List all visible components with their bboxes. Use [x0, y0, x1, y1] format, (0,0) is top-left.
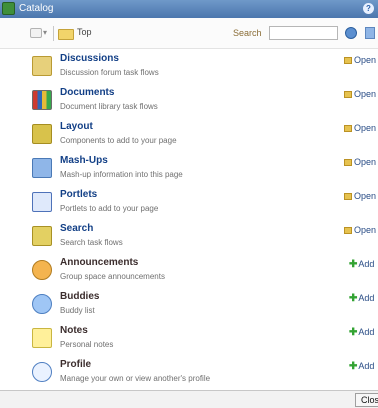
toolbar-separator [53, 26, 54, 41]
item-description: Group space announcements [60, 272, 165, 281]
action-label: Add [358, 293, 375, 303]
buddies-icon [32, 294, 52, 314]
help-icon[interactable]: ? [363, 3, 374, 14]
notes-icon [32, 328, 52, 348]
layout-icon [32, 124, 52, 144]
list-item[interactable]: Mash-Ups Mash-up information into this p… [0, 151, 378, 185]
window-title: Catalog [19, 3, 54, 14]
catalog-toolbar: ▾ Top Search [0, 18, 378, 49]
top-breadcrumb-link[interactable]: Top [77, 27, 92, 37]
folder-icon [344, 159, 352, 166]
action-label: Add [358, 327, 375, 337]
action-label: Open [354, 89, 377, 99]
add-button[interactable]: ✚Add [349, 259, 374, 270]
open-button[interactable]: Open [344, 123, 376, 133]
add-button[interactable]: ✚Add [349, 361, 374, 372]
chevron-down-icon[interactable]: ▾ [43, 28, 47, 37]
list-item[interactable]: Layout Components to add to your page Op… [0, 117, 378, 151]
item-description: Document library task flows [60, 102, 158, 111]
folder-icon [344, 227, 352, 234]
item-name[interactable]: Announcements [60, 257, 138, 268]
back-icon[interactable] [30, 28, 42, 38]
item-name[interactable]: Documents [60, 87, 114, 98]
item-description: Mash-up information into this page [60, 170, 183, 179]
item-description: Manage your own or view another's profil… [60, 374, 211, 383]
list-item[interactable]: Announcements Group space announcements … [0, 253, 378, 287]
search-label: Search [233, 28, 262, 38]
add-icon: ✚ [349, 327, 358, 338]
list-item[interactable]: Portlets Portlets to add to your page Op… [0, 185, 378, 219]
add-button[interactable]: ✚Add [349, 293, 374, 304]
action-label: Open [354, 191, 377, 201]
item-name[interactable]: Buddies [60, 291, 99, 302]
action-label: Open [354, 123, 377, 133]
item-description: Personal notes [60, 340, 114, 349]
open-button[interactable]: Open [344, 89, 376, 99]
list-item[interactable]: Buddies Buddy list ✚Add [0, 287, 378, 321]
search-icon[interactable] [345, 27, 357, 39]
list-item[interactable]: Profile Manage your own or view another'… [0, 355, 378, 389]
search-icon [32, 226, 52, 246]
action-label: Open [354, 55, 377, 65]
item-description: Search task flows [60, 238, 123, 247]
folder-icon [344, 91, 352, 98]
item-description: Components to add to your page [60, 136, 177, 145]
open-button[interactable]: Open [344, 157, 376, 167]
item-description: Portlets to add to your page [60, 204, 159, 213]
list-item[interactable]: Discussions Discussion forum task flows … [0, 49, 378, 83]
close-button[interactable]: Clos [355, 393, 378, 407]
portlets-icon [32, 192, 52, 212]
item-name[interactable]: Notes [60, 325, 88, 336]
folder-icon [344, 125, 352, 132]
dialog-footer: Clos [0, 390, 378, 408]
item-name[interactable]: Mash-Ups [60, 155, 108, 166]
folder-icon [344, 193, 352, 200]
item-name[interactable]: Layout [60, 121, 93, 132]
add-icon: ✚ [349, 361, 358, 372]
item-name[interactable]: Discussions [60, 53, 119, 64]
item-description: Buddy list [60, 306, 95, 315]
profile-icon [32, 362, 52, 382]
open-button[interactable]: Open [344, 225, 376, 235]
discussions-icon [32, 56, 52, 76]
add-icon: ✚ [349, 259, 358, 270]
action-label: Open [354, 225, 377, 235]
list-item[interactable]: Documents Document library task flows Op… [0, 83, 378, 117]
open-button[interactable]: Open [344, 191, 376, 201]
list-item[interactable]: Search Search task flows Open [0, 219, 378, 253]
window-titlebar: Catalog ? [0, 0, 378, 18]
catalog-icon [2, 2, 15, 15]
item-name[interactable]: Profile [60, 359, 91, 370]
action-label: Open [354, 157, 377, 167]
item-name[interactable]: Portlets [60, 189, 97, 200]
catalog-list: Discussions Discussion forum task flows … [0, 49, 378, 390]
action-label: Add [358, 361, 375, 371]
announcements-icon [32, 260, 52, 280]
item-name[interactable]: Search [60, 223, 93, 234]
folder-icon [344, 57, 352, 64]
refresh-icon[interactable] [365, 27, 375, 39]
open-button[interactable]: Open [344, 55, 376, 65]
add-button[interactable]: ✚Add [349, 327, 374, 338]
action-label: Add [358, 259, 375, 269]
add-icon: ✚ [349, 293, 358, 304]
folder-icon[interactable] [58, 29, 74, 40]
item-description: Discussion forum task flows [60, 68, 159, 77]
search-input[interactable] [269, 26, 338, 40]
documents-icon [32, 90, 52, 110]
list-item[interactable]: Notes Personal notes ✚Add [0, 321, 378, 355]
mashups-icon [32, 158, 52, 178]
